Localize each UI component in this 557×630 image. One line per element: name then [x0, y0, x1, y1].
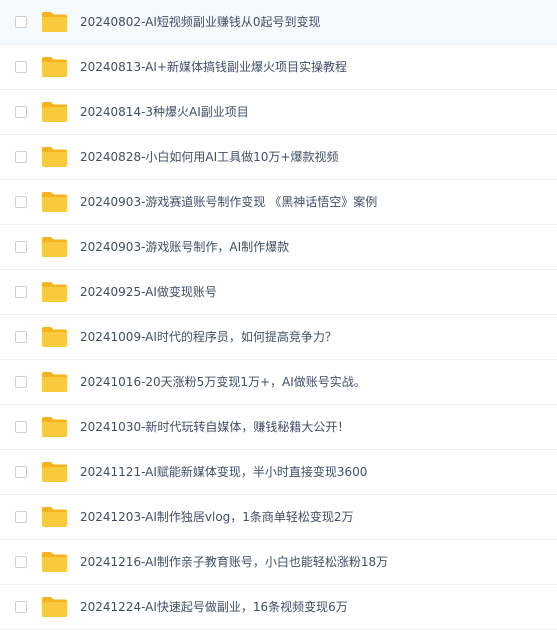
- file-row[interactable]: 20241121-AI赋能新媒体变现，半小时直接变现3600: [0, 450, 557, 495]
- file-name[interactable]: 20241009-AI时代的程序员，如何提高竞争力？: [80, 329, 337, 345]
- row-checkbox[interactable]: [15, 601, 27, 613]
- file-name[interactable]: 20240813-AI+新媒体搞钱副业爆火项目实操教程: [80, 59, 347, 75]
- folder-icon: [41, 551, 68, 573]
- file-list: 20240802-AI短视频副业赚钱从0起号到变现 20240813-AI+新媒体…: [0, 0, 557, 630]
- file-name[interactable]: 20240828-小白如何用AI工具做10万+爆款视频: [80, 149, 338, 165]
- file-row[interactable]: 20240903-游戏账号制作，AI制作爆款: [0, 225, 557, 270]
- folder-icon: [41, 101, 68, 123]
- row-checkbox[interactable]: [15, 286, 27, 298]
- row-checkbox[interactable]: [15, 376, 27, 388]
- row-checkbox[interactable]: [15, 421, 27, 433]
- folder-icon: [41, 461, 68, 483]
- folder-icon: [41, 506, 68, 528]
- folder-icon: [41, 146, 68, 168]
- file-name[interactable]: 20241216-AI制作亲子教育账号，小白也能轻松涨粉18万: [80, 554, 388, 570]
- row-checkbox[interactable]: [15, 511, 27, 523]
- row-checkbox[interactable]: [15, 196, 27, 208]
- file-row[interactable]: 20241216-AI制作亲子教育账号，小白也能轻松涨粉18万: [0, 540, 557, 585]
- file-name[interactable]: 20240925-AI做变现账号: [80, 284, 217, 300]
- file-row[interactable]: 20241224-AI快速起号做副业，16条视频变现6万: [0, 585, 557, 630]
- file-name[interactable]: 20241030-新时代玩转自媒体，赚钱秘籍大公开！: [80, 419, 349, 435]
- file-row[interactable]: 20241016-20天涨粉5万变现1万+，AI做账号实战。: [0, 360, 557, 405]
- file-name[interactable]: 20240903-游戏账号制作，AI制作爆款: [80, 239, 289, 255]
- row-checkbox[interactable]: [15, 106, 27, 118]
- file-name[interactable]: 20241016-20天涨粉5万变现1万+，AI做账号实战。: [80, 374, 366, 390]
- folder-icon: [41, 281, 68, 303]
- file-row[interactable]: 20240925-AI做变现账号: [0, 270, 557, 315]
- file-row[interactable]: 20240814-3种爆火AI副业项目: [0, 90, 557, 135]
- file-name[interactable]: 20241203-AI制作独居vlog，1条商单轻松变现2万: [80, 509, 354, 525]
- folder-icon: [41, 11, 68, 33]
- file-name[interactable]: 20241121-AI赋能新媒体变现，半小时直接变现3600: [80, 464, 367, 480]
- file-row[interactable]: 20240802-AI短视频副业赚钱从0起号到变现: [0, 0, 557, 45]
- folder-icon: [41, 191, 68, 213]
- folder-icon: [41, 56, 68, 78]
- row-checkbox[interactable]: [15, 331, 27, 343]
- file-row[interactable]: 20240828-小白如何用AI工具做10万+爆款视频: [0, 135, 557, 180]
- file-row[interactable]: 20241009-AI时代的程序员，如何提高竞争力？: [0, 315, 557, 360]
- row-checkbox[interactable]: [15, 466, 27, 478]
- folder-icon: [41, 596, 68, 618]
- folder-icon: [41, 326, 68, 348]
- row-checkbox[interactable]: [15, 556, 27, 568]
- file-name[interactable]: 20240802-AI短视频副业赚钱从0起号到变现: [80, 14, 321, 30]
- file-name[interactable]: 20240814-3种爆火AI副业项目: [80, 104, 249, 120]
- file-name[interactable]: 20241224-AI快速起号做副业，16条视频变现6万: [80, 599, 348, 615]
- folder-icon: [41, 236, 68, 258]
- file-row[interactable]: 20241030-新时代玩转自媒体，赚钱秘籍大公开！: [0, 405, 557, 450]
- file-row[interactable]: 20240903-游戏赛道账号制作变现 《黑神话悟空》案例: [0, 180, 557, 225]
- file-name[interactable]: 20240903-游戏赛道账号制作变现 《黑神话悟空》案例: [80, 194, 377, 210]
- row-checkbox[interactable]: [15, 151, 27, 163]
- row-checkbox[interactable]: [15, 61, 27, 73]
- row-checkbox[interactable]: [15, 16, 27, 28]
- file-row[interactable]: 20241203-AI制作独居vlog，1条商单轻松变现2万: [0, 495, 557, 540]
- row-checkbox[interactable]: [15, 241, 27, 253]
- folder-icon: [41, 416, 68, 438]
- folder-icon: [41, 371, 68, 393]
- file-row[interactable]: 20240813-AI+新媒体搞钱副业爆火项目实操教程: [0, 45, 557, 90]
